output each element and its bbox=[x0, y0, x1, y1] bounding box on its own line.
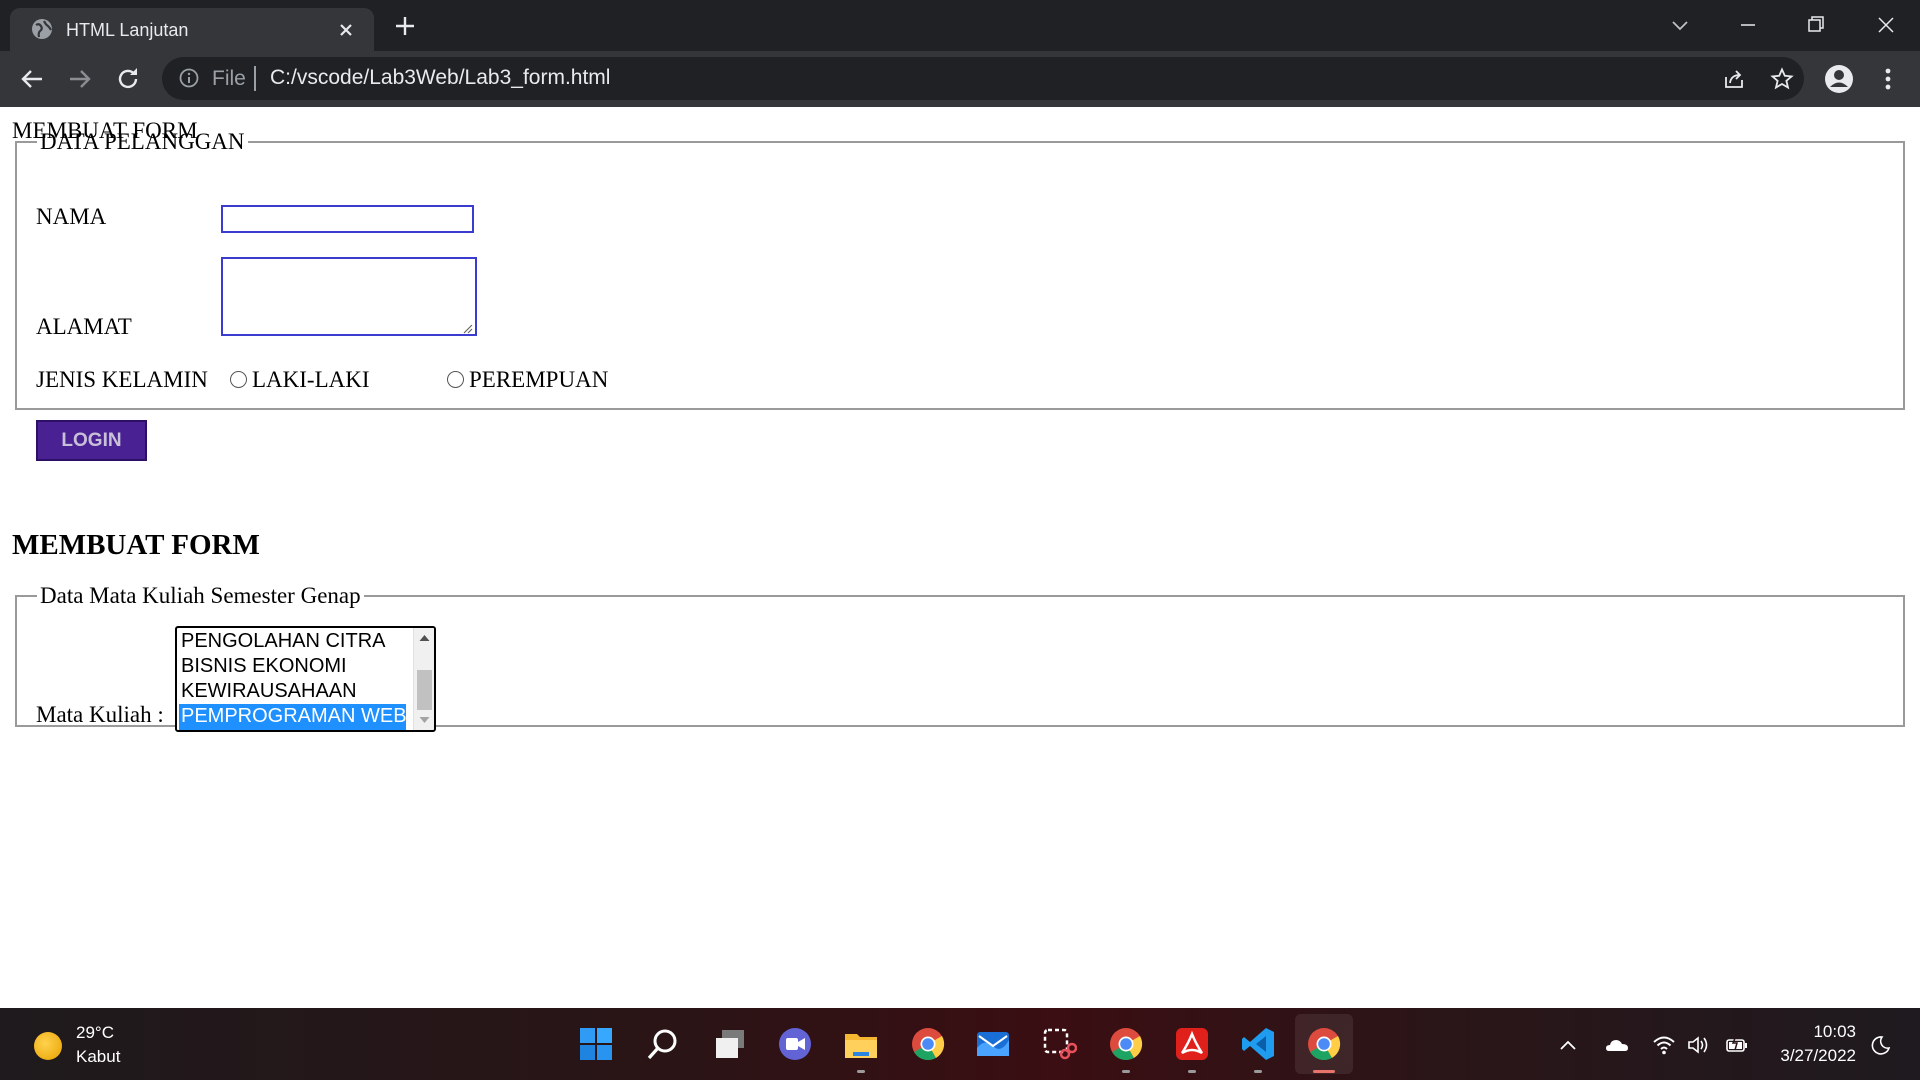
star-icon[interactable] bbox=[1770, 67, 1794, 91]
share-icon[interactable] bbox=[1722, 67, 1746, 91]
alamat-label: ALAMAT bbox=[36, 314, 132, 339]
running-indicator-active bbox=[1313, 1070, 1335, 1073]
list-option[interactable]: PENGOLAHAN CITRA bbox=[179, 629, 406, 655]
mail-icon[interactable] bbox=[975, 1026, 1011, 1062]
windows-start-icon[interactable] bbox=[578, 1026, 614, 1062]
vscode-icon[interactable] bbox=[1240, 1026, 1276, 1062]
back-icon[interactable] bbox=[18, 65, 46, 93]
running-indicator bbox=[1188, 1070, 1196, 1073]
battery-icon[interactable] bbox=[1725, 1034, 1749, 1056]
resize-handle-icon[interactable] bbox=[461, 322, 473, 334]
globe-icon bbox=[32, 19, 52, 39]
running-indicator bbox=[1122, 1070, 1130, 1073]
chrome-icon[interactable] bbox=[1108, 1026, 1144, 1062]
fieldset-legend: Data Mata Kuliah Semester Genap bbox=[40, 583, 361, 608]
chrome-icon[interactable] bbox=[910, 1026, 946, 1062]
focus-moon-icon[interactable] bbox=[1868, 1034, 1892, 1056]
reload-icon[interactable] bbox=[114, 65, 142, 93]
section-heading: MEMBUAT FORM bbox=[12, 529, 260, 561]
scroll-thumb[interactable] bbox=[417, 670, 432, 710]
page-content: MEMBUAT FORM DATA PELANGGAN NAMA ALAMAT … bbox=[0, 107, 1920, 1008]
onedrive-icon[interactable] bbox=[1605, 1034, 1629, 1056]
nama-label: NAMA bbox=[36, 204, 107, 229]
url-scheme: File bbox=[212, 67, 246, 90]
forward-icon[interactable] bbox=[66, 65, 94, 93]
tab-title: HTML Lanjutan bbox=[66, 20, 189, 40]
weather-description[interactable]: Kabut bbox=[76, 1047, 120, 1067]
wifi-icon[interactable] bbox=[1652, 1034, 1676, 1056]
search-icon[interactable] bbox=[645, 1026, 681, 1062]
volume-icon[interactable] bbox=[1686, 1034, 1710, 1056]
gender-label: JENIS KELAMIN bbox=[36, 367, 208, 392]
minimize-icon[interactable] bbox=[1733, 10, 1763, 40]
windows-taskbar: 29°C Kabut 10:03 3/27/2022 bbox=[0, 1008, 1920, 1080]
task-view-icon[interactable] bbox=[712, 1026, 748, 1062]
restore-icon[interactable] bbox=[1801, 10, 1831, 40]
alamat-textarea[interactable] bbox=[221, 257, 477, 336]
list-option-selected[interactable]: PEMPROGRAMAN WEB bbox=[179, 704, 407, 730]
listbox-scrollbar[interactable] bbox=[413, 628, 434, 730]
acrobat-icon[interactable] bbox=[1174, 1026, 1210, 1062]
browser-titlebar: HTML Lanjutan bbox=[0, 0, 1920, 51]
radio-perempuan[interactable] bbox=[447, 371, 464, 388]
browser-tab[interactable]: HTML Lanjutan bbox=[10, 8, 374, 51]
info-icon[interactable] bbox=[178, 67, 200, 89]
plus-icon[interactable] bbox=[392, 13, 418, 39]
list-option[interactable]: BISNIS EKONOMI bbox=[179, 654, 406, 680]
chevron-up-icon[interactable] bbox=[1556, 1034, 1580, 1056]
teams-chat-icon[interactable] bbox=[777, 1026, 813, 1062]
profile-icon[interactable] bbox=[1824, 64, 1854, 94]
fieldset-legend: DATA PELANGGAN bbox=[40, 129, 245, 154]
close-window-icon[interactable] bbox=[1871, 10, 1901, 40]
nama-input[interactable] bbox=[221, 205, 474, 233]
course-listbox[interactable]: PENGOLAHAN CITRA BISNIS EKONOMI KEWIRAUS… bbox=[175, 626, 436, 732]
clock-date[interactable]: 3/27/2022 bbox=[1780, 1046, 1856, 1066]
scroll-up-arrow-icon[interactable] bbox=[418, 633, 431, 642]
radio-label-laki-laki: LAKI-LAKI bbox=[252, 367, 370, 392]
running-indicator bbox=[1254, 1070, 1262, 1073]
kebab-menu-icon[interactable] bbox=[1874, 64, 1902, 94]
chevron-down-icon[interactable] bbox=[1665, 10, 1695, 40]
url-separator bbox=[254, 66, 256, 91]
weather-sun-icon[interactable] bbox=[34, 1032, 62, 1060]
chrome-icon[interactable] bbox=[1306, 1026, 1342, 1062]
file-explorer-icon[interactable] bbox=[843, 1026, 879, 1062]
weather-temperature[interactable]: 29°C bbox=[76, 1023, 114, 1043]
scroll-down-arrow-icon[interactable] bbox=[418, 716, 431, 725]
list-option[interactable]: KEWIRAUSAHAAN bbox=[179, 679, 406, 705]
radio-label-perempuan: PEREMPUAN bbox=[469, 367, 609, 392]
snipping-tool-icon[interactable] bbox=[1041, 1026, 1077, 1062]
close-icon[interactable] bbox=[335, 19, 357, 41]
running-indicator bbox=[857, 1070, 865, 1073]
address-bar[interactable]: File C:/vscode/Lab3Web/Lab3_form.html bbox=[162, 57, 1804, 100]
browser-toolbar: File C:/vscode/Lab3Web/Lab3_form.html bbox=[0, 51, 1920, 107]
clock-time[interactable]: 10:03 bbox=[1813, 1022, 1856, 1042]
login-button[interactable]: LOGIN bbox=[36, 420, 147, 461]
url-text[interactable]: C:/vscode/Lab3Web/Lab3_form.html bbox=[270, 66, 610, 90]
radio-laki-laki[interactable] bbox=[230, 371, 247, 388]
matkul-label: Mata Kuliah : bbox=[36, 702, 164, 727]
